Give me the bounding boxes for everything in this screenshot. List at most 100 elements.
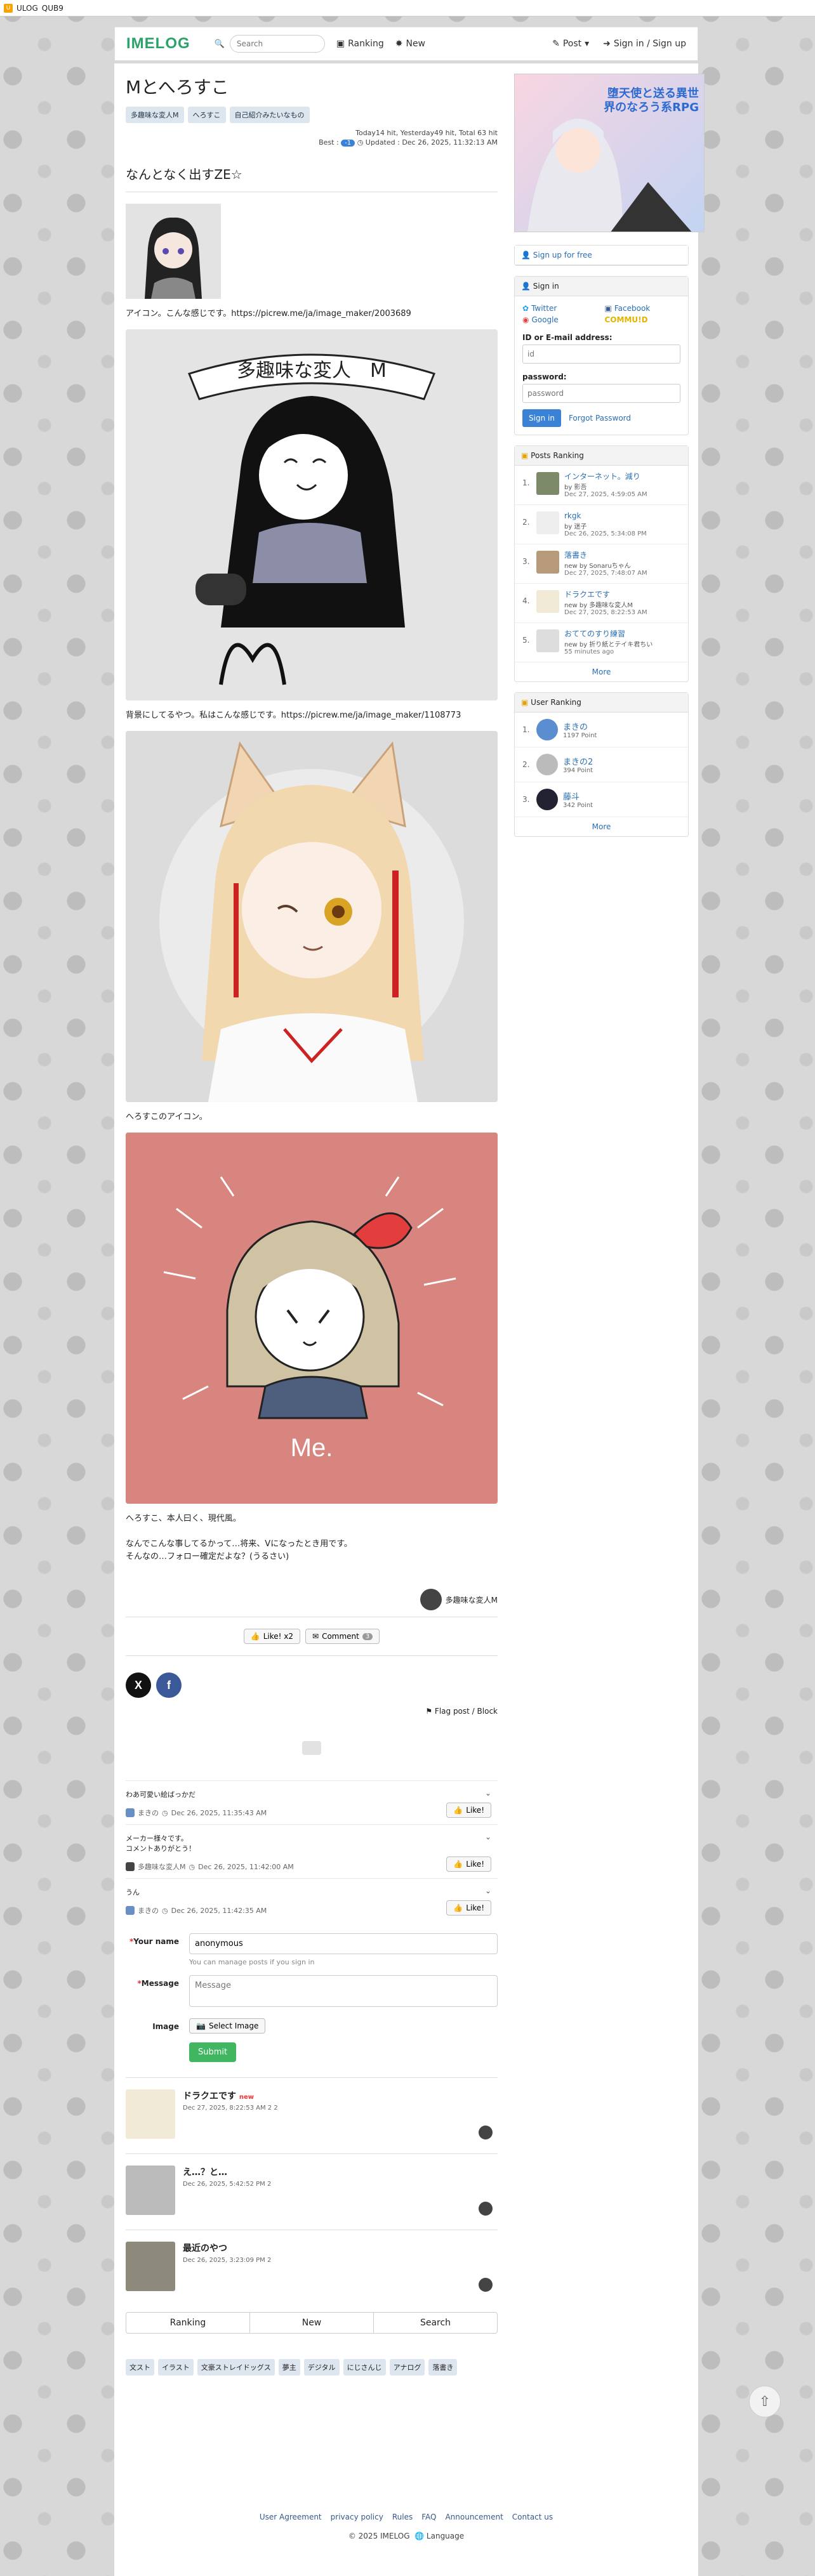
tab-ranking[interactable]: Ranking: [126, 2313, 250, 2333]
user-ranking-item[interactable]: 2. まきの2 394 Point: [515, 747, 688, 782]
posts-ranking-more[interactable]: More: [515, 662, 688, 681]
tab-search[interactable]: Search: [374, 2313, 497, 2333]
paragraph-line: そんなの…フォロー確定だよな？(うるさい): [126, 1552, 289, 1561]
language-link[interactable]: Language: [427, 2532, 464, 2540]
rank-number: 1.: [522, 478, 530, 487]
tab-new[interactable]: New: [250, 2313, 374, 2333]
password-field[interactable]: [522, 384, 680, 403]
ranking-time: 55 minutes ago: [564, 648, 614, 655]
signup-link[interactable]: 👤 Sign up for free: [515, 246, 688, 265]
ranking-thumbnail: [536, 511, 559, 534]
best-badge: -1: [341, 140, 355, 147]
site-logo[interactable]: IMELOG: [126, 35, 190, 53]
chevron-down-icon[interactable]: ⌄: [485, 1789, 491, 1797]
select-image-button[interactable]: 📷 Select Image: [189, 2018, 266, 2034]
rank-number: 2.: [522, 760, 530, 769]
facebook-share-icon[interactable]: f: [156, 1672, 182, 1698]
user-point: 394 Point: [563, 767, 593, 774]
search-input[interactable]: [229, 35, 325, 53]
search-icon[interactable]: 🔍: [215, 39, 225, 49]
comment-like-button[interactable]: 👍 Like!: [446, 1900, 491, 1916]
comment-user[interactable]: まきの: [138, 1808, 159, 1818]
best-label: Best :: [319, 138, 339, 147]
facebook-icon: ▣: [604, 304, 612, 313]
chevron-down-icon[interactable]: ⌄: [485, 1832, 491, 1841]
nav-new[interactable]: ✸ New: [395, 39, 425, 49]
advertisement-banner[interactable]: 堕天使と送る異世界のなろう系RPG: [514, 74, 705, 232]
tag-link[interactable]: にじさんじ: [343, 2359, 386, 2376]
comment-user[interactable]: まきの: [138, 1905, 159, 1916]
ranking-title: 落書き: [564, 551, 588, 560]
post-tag[interactable]: 多趣味な変人M: [126, 107, 184, 123]
comment-user[interactable]: 多趣味な変人M: [138, 1862, 186, 1872]
trophy-icon: ▣: [521, 451, 529, 460]
tag-link[interactable]: 落書き: [428, 2359, 458, 2376]
submit-button[interactable]: Submit: [189, 2042, 237, 2062]
tag-link[interactable]: 文スト: [126, 2359, 154, 2376]
footer-link[interactable]: User Agreement: [260, 2513, 322, 2521]
footer-link[interactable]: FAQ: [421, 2513, 436, 2521]
post-tag[interactable]: へろすこ: [187, 107, 226, 123]
related-post[interactable]: 最近のやつ Dec 26, 2025, 3:23:09 PM 2: [126, 2230, 498, 2306]
message-field[interactable]: [189, 1975, 498, 2007]
copyright: © 2025 IMELOG: [348, 2532, 410, 2540]
rank-number: 2.: [522, 518, 530, 527]
reaction-bar: 👍 Like! x2 ✉ Comment 3: [126, 1617, 498, 1656]
tag-link[interactable]: デジタル: [303, 2359, 340, 2376]
ranking-item[interactable]: 3. 落書き new by Sonaruちゃん Dec 27, 2025, 7:48…: [515, 544, 688, 584]
ranking-title: rkgk: [564, 511, 581, 520]
paragraph-line: なんでこんな事してるかって…将来、Vになったとき用です。: [126, 1539, 352, 1549]
flag-link[interactable]: ⚑ Flag post / Block: [126, 1707, 498, 1716]
nav-ranking[interactable]: ▣ Ranking: [336, 39, 384, 49]
ranking-item[interactable]: 1. インターネット。減り by 影吾 Dec 27, 2025, 4:59:05 …: [515, 466, 688, 505]
nav-post-label: Post: [562, 39, 582, 49]
user-ranking-item[interactable]: 1. まきの 1197 Point: [515, 713, 688, 747]
comment-button[interactable]: ✉ Comment 3: [305, 1629, 380, 1644]
post-author[interactable]: 多趣味な変人M: [126, 1582, 498, 1617]
trophy-icon: ▣: [521, 698, 529, 707]
rank-number: 3.: [522, 795, 530, 804]
bottom-tabs: Ranking New Search: [126, 2312, 498, 2334]
paragraph-2: 背景にしてるやつ。私はこんな感じです。https://picrew.me/ja/…: [126, 711, 461, 720]
tag-link[interactable]: 夢主: [278, 2359, 300, 2376]
id-field[interactable]: [522, 345, 680, 364]
image-icon: 📷: [196, 2021, 206, 2030]
comment-text: うん: [126, 1888, 140, 1896]
related-meta: Dec 26, 2025, 3:23:09 PM 2: [183, 2257, 272, 2264]
like-button[interactable]: 👍 Like! x2: [243, 1629, 300, 1644]
ranking-item[interactable]: 5. おててのすり練習 new by 折り紙とテイキ君ちい 55 minutes a…: [515, 623, 688, 662]
twitter-login[interactable]: ✿ Twitter: [522, 304, 599, 313]
footer-link[interactable]: Contact us: [512, 2513, 553, 2521]
related-post[interactable]: ドラクエです new Dec 27, 2025, 8:22:53 AM 2 2: [126, 2077, 498, 2153]
comment-like-button[interactable]: 👍 Like!: [446, 1803, 491, 1818]
post-tag[interactable]: 自己紹介みたいなもの: [229, 107, 310, 123]
select-image-label: Select Image: [208, 2021, 259, 2030]
signin-button[interactable]: Sign in: [522, 409, 561, 427]
forgot-password-link[interactable]: Forgot Password: [569, 414, 631, 423]
name-field[interactable]: [189, 1933, 498, 1954]
footer-link[interactable]: Announcement: [445, 2513, 503, 2521]
chevron-down-icon[interactable]: ⌄: [485, 1886, 491, 1895]
ranking-item[interactable]: 2. rkgk by 迷子 Dec 26, 2025, 5:34:08 PM: [515, 505, 688, 544]
related-title: え…？と…: [183, 2167, 227, 2178]
nav-signin[interactable]: ➜ Sign in / Sign up: [603, 39, 686, 49]
communo-login[interactable]: COMMU!D: [605, 315, 681, 324]
facebook-login[interactable]: ▣ Facebook: [605, 304, 681, 313]
footer-link[interactable]: privacy policy: [331, 2513, 383, 2521]
footer-link[interactable]: Rules: [392, 2513, 413, 2521]
x-share-icon[interactable]: X: [126, 1672, 151, 1698]
user-ranking-item[interactable]: 3. 藤斗 342 Point: [515, 782, 688, 817]
related-post[interactable]: え…？と… Dec 26, 2025, 5:42:52 PM 2: [126, 2153, 498, 2230]
thumbs-up-icon: 👍: [250, 1632, 260, 1641]
comment-like-button[interactable]: 👍 Like!: [446, 1856, 491, 1872]
nav-post[interactable]: ✎ Post ▾: [552, 39, 589, 49]
tag-link[interactable]: 文豪ストレイドッグス: [197, 2359, 275, 2376]
tag-link[interactable]: イラスト: [158, 2359, 194, 2376]
scroll-top-button[interactable]: ⇧: [749, 2386, 781, 2417]
ranking-item[interactable]: 4. ドラクエです new by 多趣味な変人M Dec 27, 2025, 8:2…: [515, 584, 688, 623]
tag-link[interactable]: アナログ: [389, 2359, 425, 2376]
google-label: Google: [531, 315, 559, 324]
clock-icon: ◷: [357, 138, 364, 147]
user-ranking-more[interactable]: More: [515, 817, 688, 836]
google-login[interactable]: ◉ Google: [522, 315, 599, 324]
